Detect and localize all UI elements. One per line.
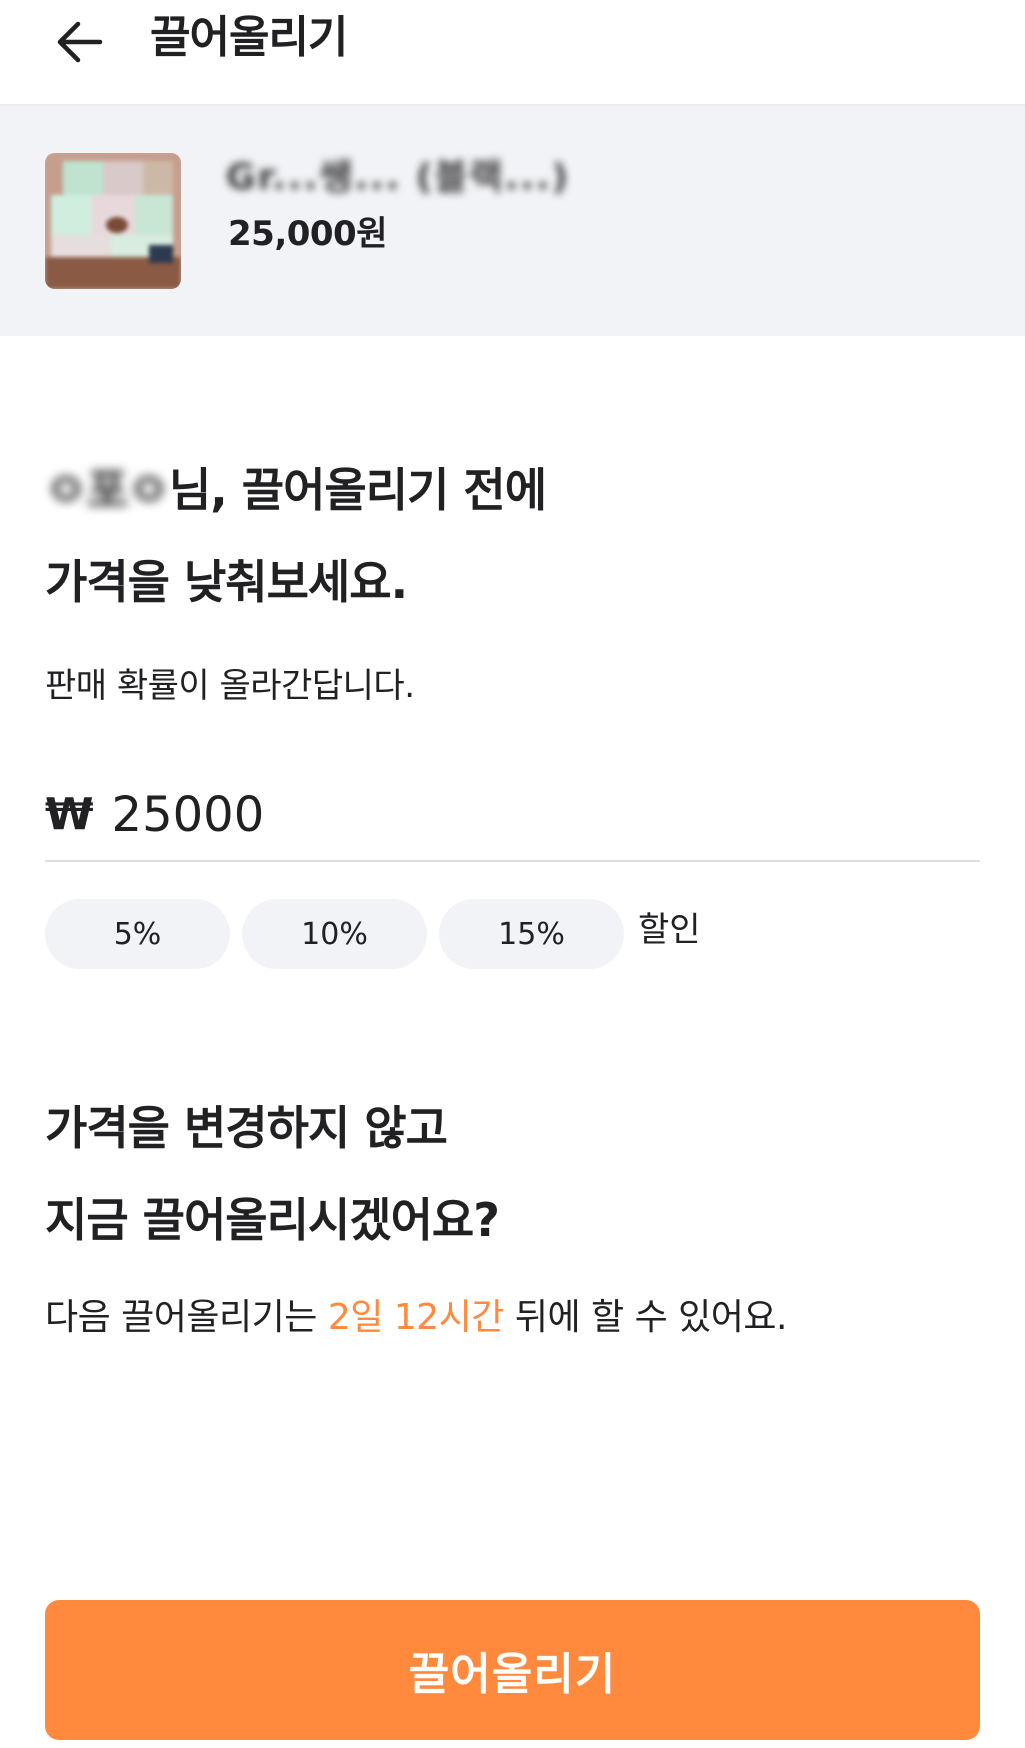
discount-label: 할인 — [638, 910, 701, 950]
won-currency-icon: ₩ — [45, 789, 94, 840]
arrow-left-icon — [57, 21, 103, 63]
page-title: 끌어올리기 — [150, 12, 348, 63]
app-header: 끌어올리기 — [0, 0, 1025, 106]
back-button[interactable] — [44, 6, 116, 78]
price-field: ₩ — [45, 770, 980, 862]
discount-headline-suffix: 님, 끌어올리기 전에 — [168, 463, 547, 517]
product-price: 25,000원 — [228, 214, 387, 254]
bump-headline-line1: 가격을 변경하지 않고 — [45, 1101, 448, 1155]
next-bump-note: 다음 끌어올리기는 2일 12시간 뒤에 할 수 있어요. — [45, 1296, 787, 1340]
bump-headline-line2: 지금 끌어올리시겠어요? — [45, 1193, 500, 1247]
discount-chip-5[interactable]: 5% — [45, 899, 230, 969]
user-nickname: ㅇ포ㅇ — [45, 463, 170, 517]
note-suffix: 뒤에 할 수 있어요. — [503, 1297, 788, 1338]
bump-button[interactable]: 끌어올리기 — [45, 1600, 980, 1740]
discount-headline-line1: ㅇ포ㅇ님, 끌어올리기 전에 — [45, 448, 547, 532]
discount-chip-15[interactable]: 15% — [439, 899, 624, 969]
product-card: Gr...쌩... (블랙...) 25,000원 — [0, 106, 1025, 336]
price-input[interactable] — [111, 785, 712, 845]
product-name: Gr...쌩... (블랙...) — [226, 157, 571, 198]
note-prefix: 다음 끌어올리기는 — [45, 1297, 328, 1338]
discount-subtext: 판매 확률이 올라간답니다. — [45, 666, 415, 706]
discount-chip-row: 5% 10% 15% 할인 — [45, 898, 701, 970]
remaining-time: 2일 12시간 — [327, 1297, 505, 1338]
product-thumbnail — [45, 153, 181, 289]
discount-chip-10[interactable]: 10% — [242, 899, 427, 969]
discount-headline-line2: 가격을 낮춰보세요. — [45, 555, 408, 609]
